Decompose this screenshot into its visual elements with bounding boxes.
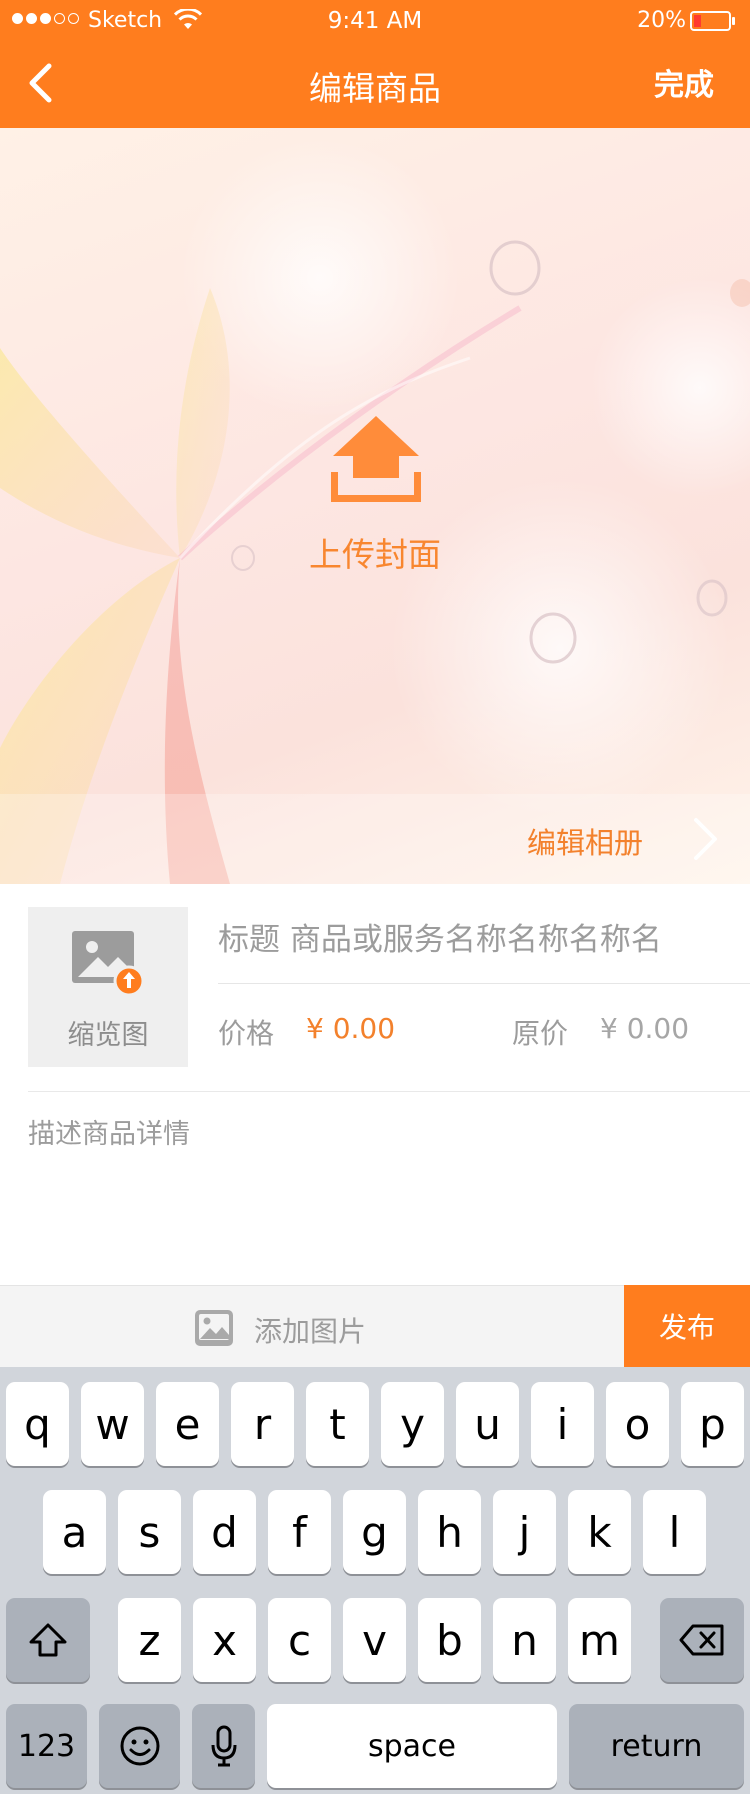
key-i[interactable]: i — [531, 1382, 594, 1466]
compose-toolbar: 添加图片 发布 — [0, 1285, 750, 1367]
key-m[interactable]: m — [568, 1598, 631, 1682]
upload-cover-label: 上传封面 — [309, 535, 441, 574]
key-f[interactable]: f — [268, 1490, 331, 1574]
edit-album-bar[interactable]: 编辑相册 — [0, 794, 750, 884]
key-g[interactable]: g — [343, 1490, 406, 1574]
key-w[interactable]: w — [81, 1382, 144, 1466]
add-image-button[interactable]: 添加图片 — [254, 1310, 366, 1350]
key-u[interactable]: u — [456, 1382, 519, 1466]
price-input[interactable]: ¥ 0.00 — [306, 1012, 395, 1045]
key-z[interactable]: z — [118, 1598, 181, 1682]
price-label: 价格 — [218, 1017, 275, 1050]
battery-percentage: 20% — [637, 8, 686, 33]
key-o[interactable]: o — [606, 1382, 669, 1466]
key-a[interactable]: a — [43, 1490, 106, 1574]
key-j[interactable]: j — [493, 1490, 556, 1574]
divider — [218, 983, 750, 984]
image-icon[interactable] — [194, 1308, 234, 1348]
edit-album-label: 编辑相册 — [526, 826, 643, 860]
shift-key[interactable] — [6, 1598, 90, 1682]
key-l[interactable]: l — [643, 1490, 706, 1574]
image-upload-icon — [72, 931, 145, 997]
key-k[interactable]: k — [568, 1490, 631, 1574]
key-s[interactable]: s — [118, 1490, 181, 1574]
key-c[interactable]: c — [268, 1598, 331, 1682]
shift-icon — [29, 1623, 67, 1657]
page-title: 编辑商品 — [309, 69, 441, 108]
key-q[interactable]: q — [6, 1382, 69, 1466]
key-b[interactable]: b — [418, 1598, 481, 1682]
numbers-key[interactable]: 123 — [6, 1704, 87, 1788]
delete-key[interactable] — [660, 1598, 744, 1682]
done-button[interactable]: 完成 — [654, 60, 714, 104]
cover-upload-area[interactable]: 上传封面 编辑相册 — [0, 128, 750, 884]
cover-background-image — [0, 138, 750, 884]
microphone-icon — [211, 1725, 236, 1767]
upload-icon — [331, 416, 421, 502]
key-t[interactable]: t — [306, 1382, 369, 1466]
emoji-icon — [120, 1726, 159, 1766]
thumbnail-upload[interactable]: 缩览图 — [28, 907, 188, 1067]
thumbnail-label: 缩览图 — [67, 1020, 149, 1051]
chevron-right-icon — [694, 818, 717, 860]
key-e[interactable]: e — [156, 1382, 219, 1466]
dictation-key[interactable] — [192, 1704, 255, 1788]
title-input[interactable]: 标题 商品或服务名称名称名称名 — [218, 914, 732, 966]
keyboard: q w e r t y u i o p a s d f g h j k l z … — [0, 1367, 750, 1794]
app-header: Sketch 9:41 AM 20% 编辑商品 完成 — [0, 0, 750, 128]
battery-icon — [690, 11, 735, 31]
backspace-icon — [679, 1624, 724, 1656]
status-bar: Sketch 9:41 AM 20% — [0, 0, 750, 42]
key-v[interactable]: v — [343, 1598, 406, 1682]
original-price-label: 原价 — [512, 1017, 569, 1050]
key-h[interactable]: h — [418, 1490, 481, 1574]
space-key[interactable]: space — [267, 1704, 557, 1788]
original-price-input[interactable]: ¥ 0.00 — [600, 1012, 689, 1045]
description-input[interactable]: 描述商品详情 — [28, 1112, 190, 1151]
key-x[interactable]: x — [193, 1598, 256, 1682]
return-key[interactable]: return — [569, 1704, 744, 1788]
key-r[interactable]: r — [231, 1382, 294, 1466]
emoji-key[interactable] — [99, 1704, 180, 1788]
key-y[interactable]: y — [381, 1382, 444, 1466]
publish-button[interactable]: 发布 — [624, 1285, 750, 1367]
divider — [28, 1091, 750, 1092]
key-d[interactable]: d — [193, 1490, 256, 1574]
key-p[interactable]: p — [681, 1382, 744, 1466]
key-n[interactable]: n — [493, 1598, 556, 1682]
